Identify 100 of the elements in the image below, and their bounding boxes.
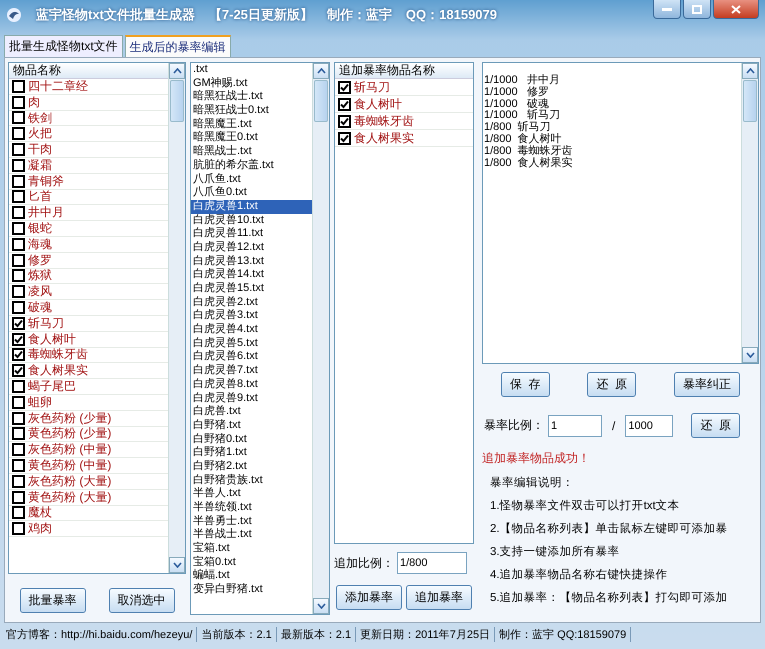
file-item[interactable]: 白虎灵兽8.txt: [191, 378, 312, 392]
item-name[interactable]: 炼狱: [28, 267, 52, 284]
file-item[interactable]: 半兽人.txt: [191, 487, 312, 501]
input-field[interactable]: 1/800: [397, 552, 467, 574]
checkbox[interactable]: [12, 222, 25, 236]
action-button[interactable]: 暴率纠正: [674, 372, 740, 397]
scroll-thumb[interactable]: [314, 80, 328, 122]
checkbox[interactable]: [12, 427, 25, 440]
action-button[interactable]: 还 原: [587, 372, 636, 397]
checkbox[interactable]: [12, 143, 25, 156]
scroll-thumb[interactable]: [170, 80, 184, 122]
checkbox[interactable]: [12, 206, 25, 220]
checkbox[interactable]: [12, 506, 25, 520]
item-name[interactable]: 斩马刀: [28, 314, 64, 332]
checkbox[interactable]: [12, 443, 25, 456]
checkbox[interactable]: [338, 132, 351, 144]
input-field[interactable]: 1: [548, 414, 602, 436]
item-name[interactable]: 银蛇: [28, 220, 52, 238]
file-item[interactable]: 白野猪1.txt: [191, 446, 312, 460]
item-name[interactable]: 匕首: [28, 188, 52, 206]
item-name[interactable]: 火把: [28, 125, 52, 142]
checkbox[interactable]: [12, 190, 25, 204]
file-item[interactable]: 白虎灵兽1.txt: [191, 200, 312, 214]
checkbox[interactable]: [338, 114, 351, 128]
item-name[interactable]: 破魂: [28, 299, 52, 316]
item-name[interactable]: 蝎子尾巴: [28, 378, 76, 396]
item-name[interactable]: 斩马刀: [354, 78, 390, 96]
item-name[interactable]: 蛆卵: [28, 394, 52, 411]
checkbox[interactable]: [12, 380, 25, 394]
file-item[interactable]: 八爪鱼0.txt: [191, 186, 312, 200]
checkbox[interactable]: [12, 158, 25, 172]
file-item[interactable]: 蝙蝠.txt: [191, 569, 312, 584]
checkbox[interactable]: [12, 412, 25, 425]
scroll-down-icon[interactable]: [742, 347, 758, 363]
item-name[interactable]: 灰色药粉 (中量): [28, 441, 112, 458]
checkbox[interactable]: [12, 269, 25, 282]
item-name[interactable]: 黄色药粉 (大量): [28, 488, 112, 506]
file-item[interactable]: 宝箱.txt: [191, 542, 312, 556]
action-button[interactable]: 还 原: [691, 413, 740, 438]
file-item[interactable]: 白虎灵兽13.txt: [191, 254, 312, 268]
scrollbar[interactable]: [312, 63, 329, 614]
file-item[interactable]: 白野猪.txt: [191, 418, 312, 433]
item-name[interactable]: 灰色药粉 (少量): [28, 410, 112, 427]
file-item[interactable]: 白虎灵兽6.txt: [191, 350, 312, 364]
file-item[interactable]: 白虎兽.txt: [191, 405, 312, 419]
file-item[interactable]: 白虎灵兽2.txt: [191, 296, 312, 310]
tab[interactable]: 批量生成怪物txt文件: [4, 35, 123, 57]
checkbox[interactable]: [12, 459, 25, 472]
file-item[interactable]: 白虎灵兽12.txt: [191, 240, 312, 255]
checkbox[interactable]: [12, 174, 25, 188]
file-item[interactable]: 暗黑战士.txt: [191, 145, 312, 159]
item-name[interactable]: 四十二章经: [28, 78, 88, 95]
scroll-down-icon[interactable]: [169, 557, 185, 573]
close-button[interactable]: [713, 0, 759, 19]
scroll-down-icon[interactable]: [313, 598, 329, 614]
file-item[interactable]: 宝箱0.txt: [191, 556, 312, 570]
scroll-thumb[interactable]: [743, 80, 757, 122]
action-button[interactable]: 批量暴率: [20, 588, 86, 613]
item-name[interactable]: 食人树果实: [28, 362, 88, 380]
action-button[interactable]: 取消选中: [108, 588, 174, 613]
checkbox[interactable]: [12, 316, 25, 330]
item-name[interactable]: 食人树果实: [354, 130, 414, 146]
file-item[interactable]: 白野猪0.txt: [191, 432, 312, 446]
file-item[interactable]: 白虎灵兽11.txt: [191, 227, 312, 241]
file-item[interactable]: 半兽战士.txt: [191, 528, 312, 542]
file-item[interactable]: 八爪鱼.txt: [191, 172, 312, 186]
checkbox[interactable]: [12, 490, 25, 504]
item-name[interactable]: 井中月: [28, 204, 64, 222]
file-item[interactable]: 白虎灵兽4.txt: [191, 323, 312, 337]
file-item[interactable]: 白虎灵兽9.txt: [191, 392, 312, 406]
item-name[interactable]: 毒蜘蛛牙齿: [354, 112, 414, 130]
file-item[interactable]: 肮脏的希尔盖.txt: [191, 158, 312, 172]
checkbox[interactable]: [338, 80, 351, 94]
checkbox[interactable]: [12, 96, 25, 109]
file-item[interactable]: 半兽勇士.txt: [191, 514, 312, 528]
item-name[interactable]: 铁剑: [28, 110, 52, 126]
checkbox[interactable]: [338, 98, 351, 110]
file-item[interactable]: 白虎灵兽10.txt: [191, 214, 312, 228]
action-button[interactable]: 添加暴率: [336, 585, 402, 610]
item-name[interactable]: 灰色药粉 (大量): [28, 472, 112, 490]
checkbox[interactable]: [12, 348, 25, 362]
item-name[interactable]: 干肉: [28, 141, 52, 158]
file-item[interactable]: 白虎灵兽15.txt: [191, 282, 312, 296]
item-name[interactable]: 魔杖: [28, 504, 52, 522]
checkbox[interactable]: [12, 238, 25, 251]
item-name[interactable]: 青铜斧: [28, 172, 64, 190]
checkbox[interactable]: [12, 332, 25, 346]
file-item[interactable]: 白虎灵兽3.txt: [191, 309, 312, 324]
item-name[interactable]: 黄色药粉 (中量): [28, 457, 112, 474]
item-name[interactable]: 肉: [28, 94, 40, 111]
scroll-up-icon[interactable]: [742, 63, 758, 79]
scroll-up-icon[interactable]: [169, 63, 185, 79]
checkbox[interactable]: [12, 111, 25, 124]
checkbox[interactable]: [12, 301, 25, 314]
checkbox[interactable]: [12, 396, 25, 409]
file-item[interactable]: GM神赐.txt: [191, 76, 312, 90]
column-header[interactable]: 物品名称: [9, 63, 168, 79]
checkbox[interactable]: [12, 364, 25, 378]
file-item[interactable]: 白野猪2.txt: [191, 460, 312, 474]
checkbox[interactable]: [12, 254, 25, 267]
